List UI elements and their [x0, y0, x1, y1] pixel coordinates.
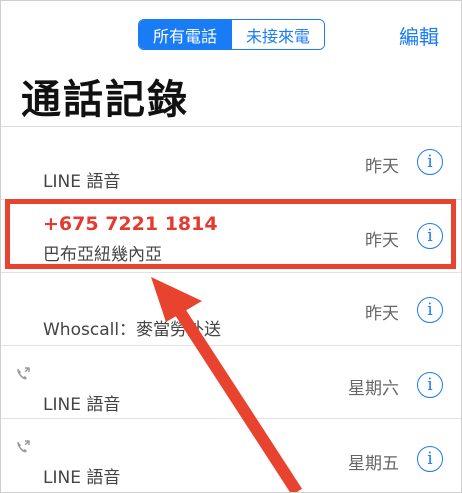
annotation-arrow: [151, 277, 303, 492]
call-history-screen: 所有電話 未接來電 編輯 通話記錄 LINE 語音 昨天 i +675 7221…: [0, 0, 462, 493]
